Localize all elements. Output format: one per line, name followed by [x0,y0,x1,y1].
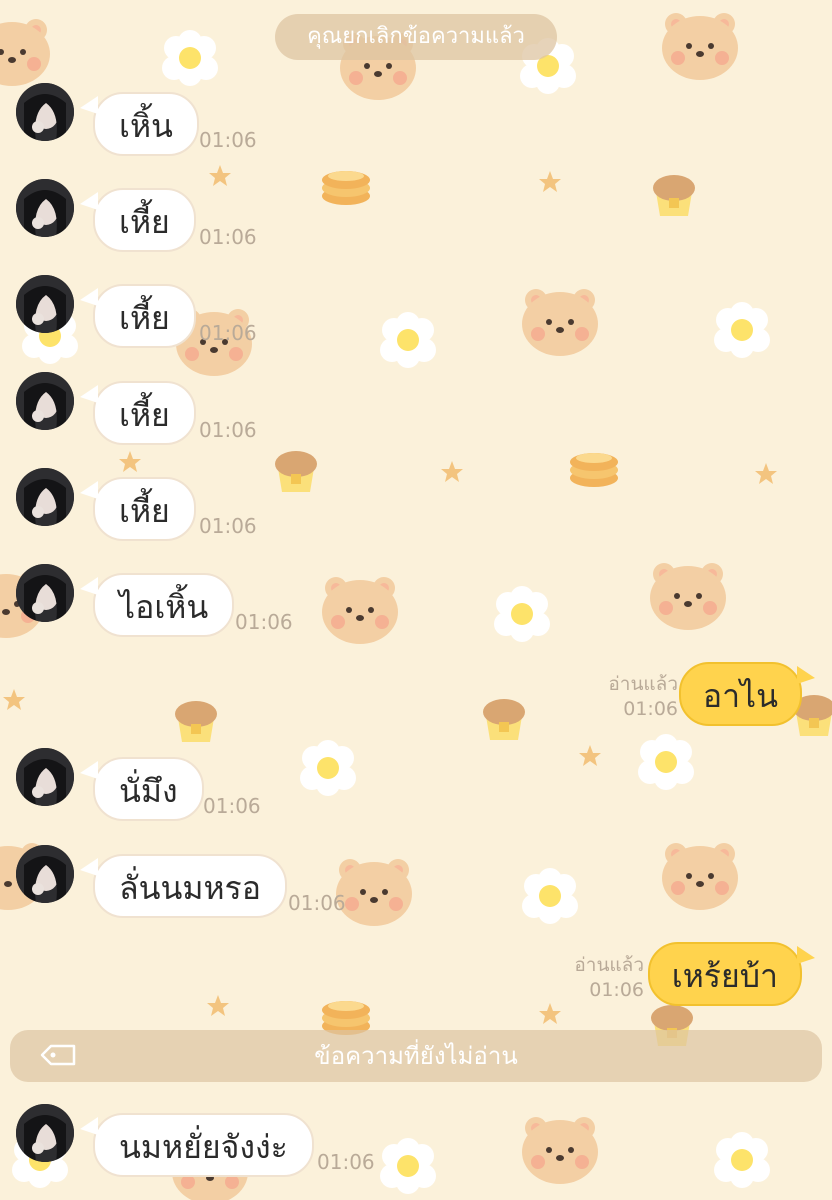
message-time: 01:06 [623,698,678,720]
message-time: 01:06 [199,225,257,249]
read-receipt: อ่านแล้ว [574,954,644,976]
sender-avatar[interactable] [16,1104,74,1162]
sender-avatar[interactable] [16,275,74,333]
sender-avatar[interactable] [16,845,74,903]
system-notice-message-unsent: คุณยกเลิกข้อความแล้ว [275,14,557,60]
chat-messages-area[interactable]: คุณยกเลิกข้อความแล้ว เหิ้น 01:06 เหี้ย 0… [0,0,832,1200]
message-time: 01:06 [199,514,257,538]
incoming-message-bubble[interactable]: นั่มึง [80,757,204,821]
message-time: 01:06 [235,610,293,634]
avatar-photo-icon [16,83,74,141]
read-receipt: อ่านแล้ว [608,673,678,695]
unread-messages-divider: ข้อความที่ยังไม่อ่าน [10,1030,822,1082]
incoming-message-bubble[interactable]: ไอเหิ้น [79,573,235,637]
message-time: 01:06 [317,1150,375,1174]
outgoing-message-meta: อ่านแล้ว 01:06 [574,953,644,1003]
outgoing-message-meta: อ่านแล้ว 01:06 [608,672,678,722]
sender-avatar[interactable] [16,83,74,141]
avatar-photo-icon [16,845,74,903]
unread-divider-label: ข้อความที่ยังไม่อ่าน [314,1042,518,1070]
message-time: 01:06 [199,418,257,442]
incoming-message-bubble[interactable]: เหี้ย [80,381,196,445]
avatar-photo-icon [16,179,74,237]
sender-avatar[interactable] [16,564,74,622]
incoming-message-bubble[interactable]: เหี้ย [80,284,196,348]
avatar-photo-icon [16,1104,74,1162]
message-time: 01:06 [288,891,346,915]
incoming-message-bubble[interactable]: เหี้ย [80,477,196,541]
incoming-message-bubble[interactable]: ลั่นนมหรอ [80,854,287,918]
sender-avatar[interactable] [16,372,74,430]
avatar-photo-icon [16,468,74,526]
sender-avatar[interactable] [16,748,74,806]
message-time: 01:06 [589,979,644,1001]
outgoing-message-bubble[interactable]: อาไน [678,662,816,726]
message-time: 01:06 [199,321,257,345]
avatar-photo-icon [16,372,74,430]
incoming-message-bubble[interactable]: เหิ้น [80,92,199,156]
avatar-photo-icon [16,275,74,333]
message-time: 01:06 [203,794,261,818]
sender-avatar[interactable] [16,179,74,237]
avatar-photo-icon [16,748,74,806]
sender-avatar[interactable] [16,468,74,526]
outgoing-message-bubble[interactable]: เหร้ยบ้า [647,942,816,1006]
incoming-message-bubble[interactable]: เหี้ย [80,188,196,252]
avatar-photo-icon [16,564,74,622]
incoming-message-bubble[interactable]: นมหยั่ยจังง่ะ [80,1113,314,1177]
message-time: 01:06 [199,128,257,152]
